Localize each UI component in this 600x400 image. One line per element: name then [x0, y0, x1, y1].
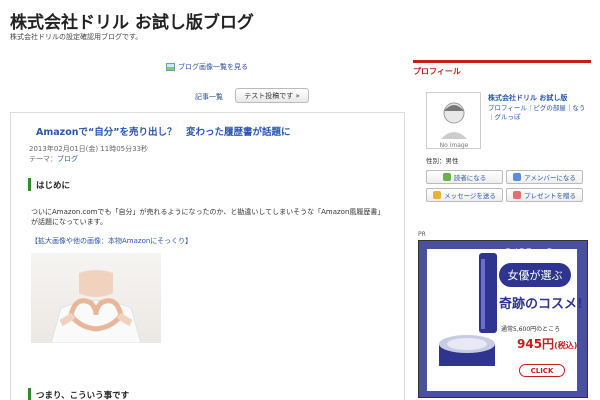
more-images-link[interactable]: 【拡大画像や他の画像：本物Amazonにそっくり】 — [31, 236, 192, 246]
ad-cta: 女優が選ぶ — [499, 263, 571, 287]
ad-price-label: 通常5,600円のところ — [501, 326, 561, 333]
avatar-placeholder-text: No image — [440, 142, 469, 149]
blog-title[interactable]: 株式会社ドリル お試し版ブログ — [10, 8, 254, 33]
section-bar — [28, 388, 31, 400]
blog-description: 株式会社ドリルの設定確認用ブログです。 — [10, 33, 143, 41]
theme-link[interactable]: ブログ — [57, 155, 78, 163]
avatar[interactable]: No image — [426, 92, 481, 149]
ad-brand: ライスフォース — [505, 248, 554, 255]
ad-price-value: 945円 — [517, 337, 555, 351]
ad-price: 945円(税込) — [517, 335, 577, 352]
gallery-link[interactable]: ブログ画像一覧を見る — [166, 62, 248, 72]
member-label: アメンバーになる — [524, 174, 576, 182]
next-post-button[interactable]: テスト投稿です » — [235, 88, 309, 103]
profile-gender: 性別：男性 — [426, 157, 459, 165]
profile-box: No image 株式会社ドリル お試し版 プロフィール｜ピグの部屋｜なう｜グル… — [418, 80, 586, 210]
hands-heart-photo — [31, 253, 161, 343]
profile-heading: プロフィール — [413, 60, 591, 77]
member-icon — [513, 173, 522, 181]
present-label: プレゼントを贈る — [524, 192, 576, 200]
section-bar — [28, 178, 31, 191]
section-heading-summary: つまり、こういう事です — [36, 391, 130, 400]
become-reader-button[interactable]: 読者になる — [426, 170, 503, 184]
profile-name[interactable]: 株式会社ドリル お試し版 — [488, 93, 567, 103]
ad-click-button[interactable]: CLICK — [519, 364, 565, 377]
profile-links[interactable]: プロフィール｜ピグの部屋｜なう｜グルっぽ — [488, 104, 588, 122]
send-message-button[interactable]: メッセージを送る — [426, 188, 503, 202]
article-list-link[interactable]: 記事一覧 — [195, 92, 223, 102]
message-label: メッセージを送る — [444, 192, 496, 200]
post-theme: テーマ：ブログ — [29, 154, 78, 164]
present-icon — [513, 191, 521, 199]
image-icon — [166, 63, 175, 71]
reader-icon — [442, 173, 451, 181]
message-icon — [433, 191, 442, 199]
gallery-link-label[interactable]: ブログ画像一覧を見る — [178, 62, 248, 72]
post-body-text: ついにAmazon.comでも「自分」が売れるようになったのか、と勘違いしてしま… — [31, 208, 385, 226]
become-member-button[interactable]: アメンバーになる — [506, 170, 583, 184]
post-date: 2013年02月01日(金) 11時05分33秒 — [29, 145, 149, 153]
ad-headline: 奇跡のコスメ! — [499, 297, 583, 312]
post-title[interactable]: Amazonで“自分”を売り出し？ 変わった履歴書が話題に — [36, 124, 290, 138]
ad-price-tax: (税込) — [554, 341, 578, 350]
section-heading-intro: はじめに — [36, 181, 71, 191]
advertisement-banner[interactable]: ライスフォース 女優が選ぶ 奇跡のコスメ! 通常5,600円のところ 945円(… — [418, 240, 588, 398]
reader-label: 読者になる — [453, 174, 487, 182]
theme-label: テーマ： — [29, 155, 57, 163]
send-present-button[interactable]: プレゼントを贈る — [506, 188, 583, 202]
ad-click-label: CLICK — [530, 366, 554, 375]
pr-label: PR — [418, 231, 426, 238]
